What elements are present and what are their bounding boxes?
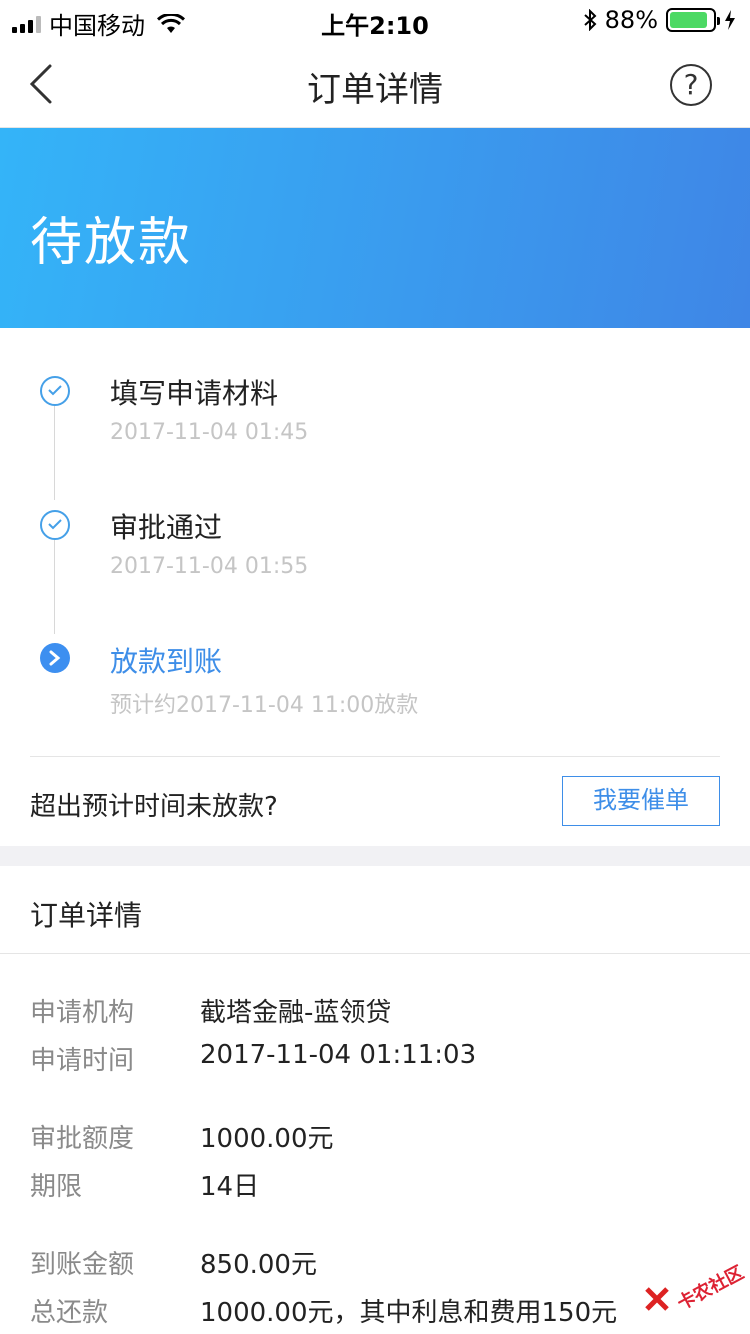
bluetooth-icon (583, 9, 597, 31)
watermark-logo: 卡农社区 (644, 1262, 747, 1318)
detail-value: 1000.00元，其中利息和费用150元 (200, 1298, 618, 1328)
detail-label: 总还款 (30, 1298, 109, 1328)
battery-icon (666, 8, 720, 32)
urge-button[interactable]: 我要催单 (562, 776, 720, 826)
detail-label: 申请机构 (30, 998, 135, 1028)
timeline-step-title: 审批通过 (110, 511, 223, 544)
urge-question: 超出预计时间未放款? (30, 792, 278, 822)
charging-icon (725, 10, 735, 30)
divider (0, 953, 750, 954)
detail-value: 2017-11-04 01:11:03 (200, 1040, 477, 1070)
detail-label: 审批额度 (30, 1124, 135, 1154)
status-bar: 中国移动 上午2:10 88% (0, 0, 750, 40)
detail-label: 期限 (30, 1172, 83, 1202)
status-right: 88% (583, 6, 736, 34)
nav-bar: 订单详情 ? (0, 40, 750, 128)
help-icon[interactable]: ? (670, 64, 712, 106)
timeline-step-time: 预计约2017-11-04 11:00放款 (110, 693, 419, 718)
check-icon (40, 510, 70, 540)
timeline-step-time: 2017-11-04 01:45 (110, 420, 309, 445)
detail-label: 到账金额 (30, 1250, 135, 1280)
timeline-connector (54, 406, 55, 500)
battery-percent: 88% (604, 6, 658, 34)
order-status: 待放款 (30, 213, 193, 273)
timeline-step-title: 填写申请材料 (110, 377, 279, 410)
section-title: 订单详情 (30, 899, 143, 932)
divider (30, 756, 720, 757)
status-banner: 待放款 (0, 128, 750, 328)
detail-value: 1000.00元 (200, 1124, 334, 1154)
chevron-right-icon (40, 643, 70, 673)
watermark-text: 卡农社区 (673, 1262, 748, 1315)
timeline-connector (54, 540, 55, 634)
detail-label: 申请时间 (30, 1046, 135, 1076)
watermark-icon (645, 1287, 669, 1311)
timeline-step-title: 放款到账 (110, 645, 223, 678)
check-icon (40, 376, 70, 406)
battery-fill (670, 12, 707, 28)
timeline-step-time: 2017-11-04 01:55 (110, 554, 309, 579)
section-gap (0, 846, 750, 866)
detail-value: 14日 (200, 1172, 260, 1202)
detail-value: 截塔金融-蓝领贷 (200, 998, 392, 1028)
page-title: 订单详情 (307, 70, 443, 110)
detail-value: 850.00元 (200, 1250, 317, 1280)
